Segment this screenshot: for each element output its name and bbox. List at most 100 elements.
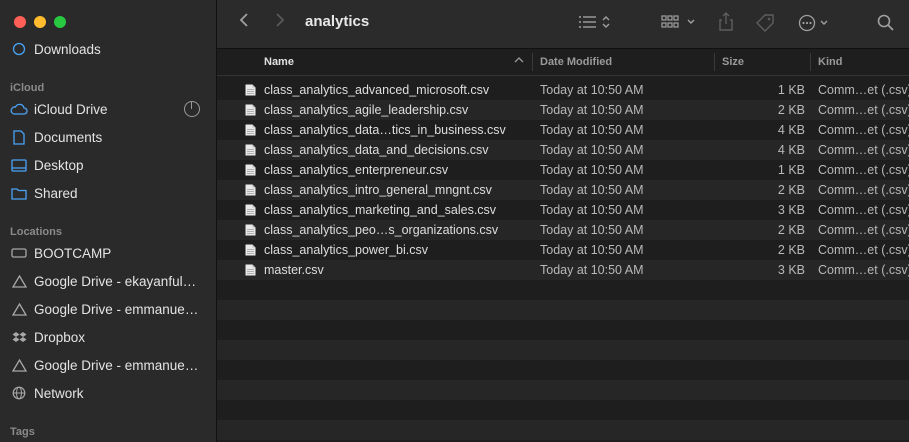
sidebar: Downloads iCloud iCloud Drive Documents … — [0, 0, 217, 442]
file-date-modified: Today at 10:50 AM — [540, 143, 644, 157]
column-divider[interactable] — [532, 53, 533, 71]
column-header: Name Date Modified Size Kind — [217, 49, 909, 76]
csv-file-icon — [245, 104, 256, 116]
sync-progress-icon — [184, 101, 200, 117]
back-button[interactable] — [239, 12, 249, 33]
forward-button[interactable] — [275, 12, 285, 33]
file-size: 2 KB — [777, 243, 805, 257]
file-size: 3 KB — [777, 203, 805, 217]
desktop-icon — [10, 157, 28, 173]
sidebar-item-label: Shared — [34, 185, 78, 201]
file-row[interactable]: master.csv Today at 10:50 AM 3 KB Comm…et (… — [217, 260, 909, 280]
file-kind: Comm…et (.csv) — [818, 123, 909, 137]
dropbox-icon — [10, 329, 28, 345]
chevron-left-icon — [239, 13, 248, 27]
csv-file-icon — [245, 184, 256, 196]
sidebar-item-google-drive-2[interactable]: Google Drive - emmanue… — [10, 298, 206, 320]
sidebar-item-label: Google Drive - ekayanful… — [34, 273, 197, 289]
empty-row — [217, 320, 909, 340]
sidebar-item-label: Documents — [34, 129, 103, 145]
file-row[interactable]: class_analytics_agile_leadership.csv Toda… — [217, 100, 909, 120]
empty-row — [217, 380, 909, 400]
toolbar: analytics — [217, 0, 909, 49]
file-size: 1 KB — [777, 163, 805, 177]
file-row[interactable]: class_analytics_peo…s_organizations.csv T… — [217, 220, 909, 240]
file-name: class_analytics_data…tics_in_business.cs… — [264, 123, 506, 137]
tags-button[interactable] — [755, 13, 775, 38]
file-name: class_analytics_marketing_and_sales.csv — [264, 203, 497, 217]
downloads-icon — [10, 41, 28, 57]
file-browser: analytics Name Date Modified Size Kind c… — [217, 0, 909, 442]
sidebar-item-bootcamp[interactable]: BOOTCAMP — [10, 242, 206, 264]
column-kind-header[interactable]: Kind — [818, 56, 842, 68]
file-name: master.csv — [264, 263, 324, 277]
window-controls — [14, 16, 66, 28]
file-kind: Comm…et (.csv) — [818, 103, 909, 117]
column-date-header[interactable]: Date Modified — [540, 56, 612, 68]
file-size: 2 KB — [777, 103, 805, 117]
file-kind: Comm…et (.csv) — [818, 163, 909, 177]
sidebar-item-google-drive-3[interactable]: Google Drive - emmanue… — [10, 354, 206, 376]
file-date-modified: Today at 10:50 AM — [540, 263, 644, 277]
zoom-window-button[interactable] — [54, 16, 66, 28]
sidebar-item-network[interactable]: Network — [10, 382, 206, 404]
file-row[interactable]: class_analytics_power_bi.csv Today at 10:… — [217, 240, 909, 260]
file-name: class_analytics_advanced_microsoft.csv — [264, 83, 490, 97]
column-name-header[interactable]: Name — [264, 56, 294, 68]
shared-folder-icon — [10, 185, 28, 201]
close-window-button[interactable] — [14, 16, 26, 28]
column-divider[interactable] — [714, 53, 715, 71]
empty-row — [217, 420, 909, 440]
file-date-modified: Today at 10:50 AM — [540, 83, 644, 97]
csv-file-icon — [245, 224, 256, 236]
file-date-modified: Today at 10:50 AM — [540, 163, 644, 177]
sidebar-item-documents[interactable]: Documents — [10, 126, 206, 148]
list-view-icon — [579, 16, 610, 28]
file-row[interactable]: class_analytics_data…tics_in_business.cs… — [217, 120, 909, 140]
file-size: 1 KB — [777, 83, 805, 97]
sidebar-item-dropbox[interactable]: Dropbox — [10, 326, 206, 348]
google-drive-icon — [10, 301, 28, 317]
column-divider[interactable] — [810, 53, 811, 71]
sidebar-section-tags: Tags — [10, 426, 35, 438]
sidebar-item-desktop[interactable]: Desktop — [10, 154, 206, 176]
share-button[interactable] — [718, 12, 734, 37]
file-kind: Comm…et (.csv) — [818, 83, 909, 97]
sidebar-item-icloud-drive[interactable]: iCloud Drive — [10, 98, 206, 120]
file-size: 2 KB — [777, 223, 805, 237]
sidebar-section-icloud: iCloud — [10, 82, 45, 94]
csv-file-icon — [245, 164, 256, 176]
ellipsis-circle-icon — [798, 14, 828, 32]
file-date-modified: Today at 10:50 AM — [540, 103, 644, 117]
file-kind: Comm…et (.csv) — [818, 263, 909, 277]
file-date-modified: Today at 10:50 AM — [540, 223, 644, 237]
file-list: class_analytics_advanced_microsoft.csv To… — [217, 80, 909, 442]
csv-file-icon — [245, 144, 256, 156]
file-row[interactable]: class_analytics_data_and_decisions.csv To… — [217, 140, 909, 160]
view-options-button[interactable] — [578, 14, 614, 35]
more-actions-button[interactable] — [798, 14, 832, 37]
empty-row — [217, 280, 909, 300]
csv-file-icon — [245, 124, 256, 136]
search-icon — [877, 14, 894, 31]
file-kind: Comm…et (.csv) — [818, 223, 909, 237]
group-button[interactable] — [661, 14, 699, 35]
google-drive-icon — [10, 273, 28, 289]
file-size: 4 KB — [777, 123, 805, 137]
sidebar-item-google-drive-1[interactable]: Google Drive - ekayanful… — [10, 270, 206, 292]
sidebar-item-shared[interactable]: Shared — [10, 182, 206, 204]
column-size-header[interactable]: Size — [722, 56, 744, 68]
file-row[interactable]: class_analytics_marketing_and_sales.csv T… — [217, 200, 909, 220]
file-name: class_analytics_power_bi.csv — [264, 243, 428, 257]
sidebar-item-downloads[interactable]: Downloads — [10, 38, 206, 60]
sidebar-item-label: Dropbox — [34, 329, 86, 345]
file-kind: Comm…et (.csv) — [818, 183, 909, 197]
empty-row — [217, 360, 909, 380]
file-row[interactable]: class_analytics_enterpreneur.csv Today at… — [217, 160, 909, 180]
csv-file-icon — [245, 204, 256, 216]
file-row[interactable]: class_analytics_intro_general_mngnt.csv T… — [217, 180, 909, 200]
minimize-window-button[interactable] — [34, 16, 46, 28]
csv-file-icon — [245, 264, 256, 276]
file-row[interactable]: class_analytics_advanced_microsoft.csv To… — [217, 80, 909, 100]
search-button[interactable] — [877, 14, 895, 37]
